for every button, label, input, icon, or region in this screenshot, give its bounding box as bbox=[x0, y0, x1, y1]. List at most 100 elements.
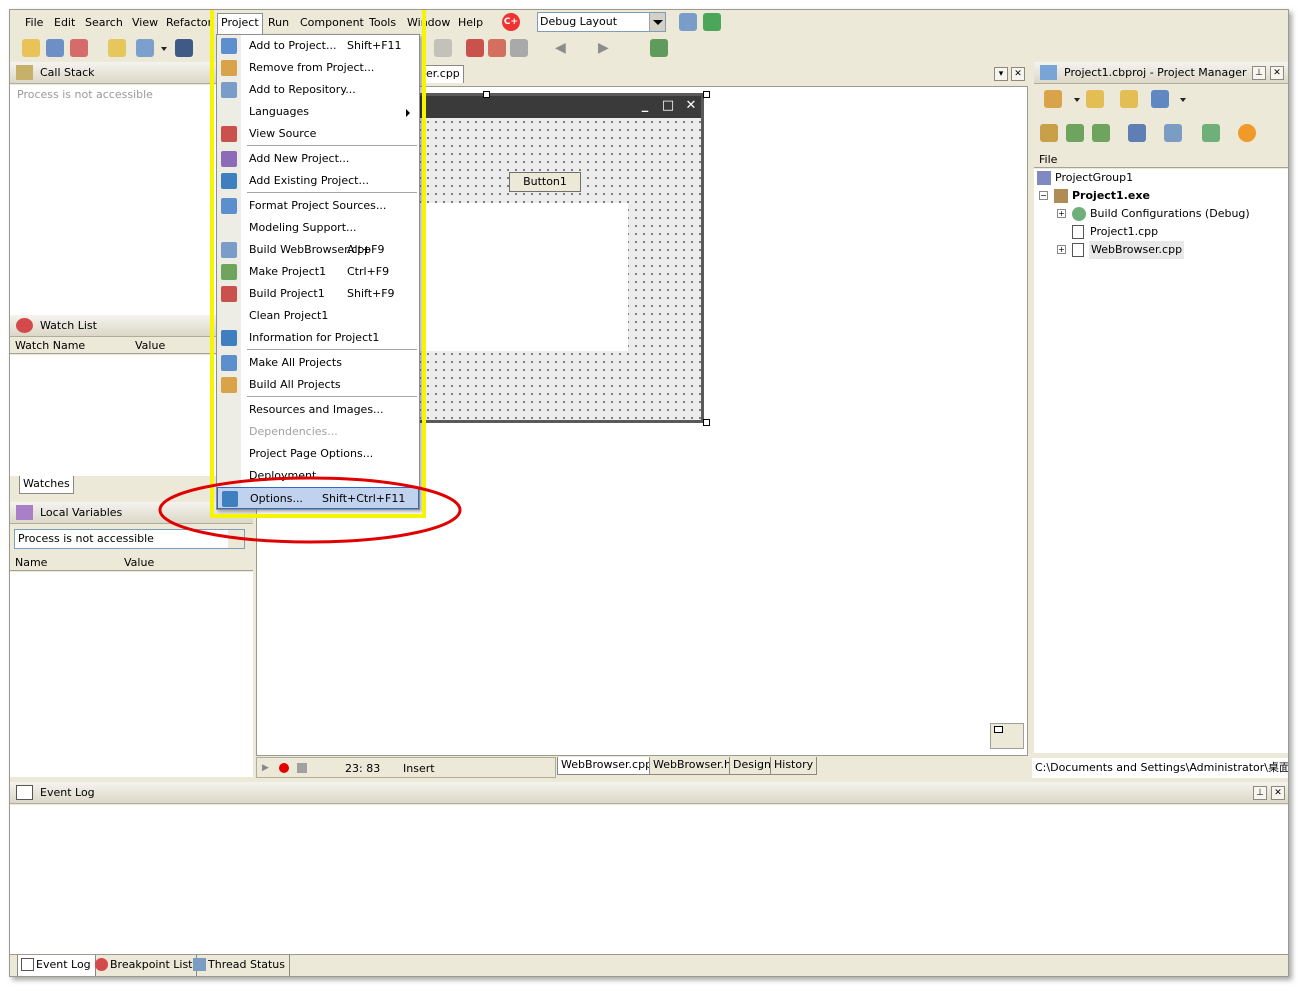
stop-macro-icon[interactable] bbox=[297, 763, 307, 773]
toggle-form-icon[interactable] bbox=[434, 39, 452, 57]
layout-combo[interactable]: Debug Layout bbox=[537, 12, 666, 32]
new-file-icon[interactable] bbox=[108, 39, 126, 57]
close-icon[interactable]: ✕ bbox=[682, 99, 700, 114]
save-icon[interactable] bbox=[175, 39, 193, 57]
expand-icon[interactable]: + bbox=[1057, 245, 1066, 254]
watch-list-title: Watch List bbox=[40, 319, 97, 332]
web-browser-control[interactable] bbox=[416, 203, 628, 351]
chevron-down-icon[interactable] bbox=[649, 13, 665, 31]
editor-close-icon[interactable]: ✕ bbox=[1011, 67, 1025, 81]
chevron-down-icon[interactable] bbox=[1180, 98, 1186, 102]
record-macro-icon[interactable] bbox=[279, 763, 289, 773]
editor-tabs-menu-icon[interactable]: ▾ bbox=[994, 67, 1008, 81]
list-view-icon[interactable] bbox=[1128, 124, 1146, 142]
project-manager-header: Project1.cbproj - Project Manager ⊥ ✕ bbox=[1034, 62, 1288, 84]
exe-project-icon bbox=[1054, 189, 1068, 203]
build-icon[interactable] bbox=[1164, 124, 1182, 142]
watch-name-column[interactable]: Watch Name bbox=[15, 338, 85, 353]
debug-layout-icon[interactable] bbox=[703, 13, 721, 31]
watch-value-column[interactable]: Value bbox=[135, 338, 165, 353]
local-variables-combo-value: Process is not accessible bbox=[18, 532, 154, 545]
sync-icon[interactable] bbox=[1040, 124, 1058, 142]
designed-form[interactable]: _ □ ✕ Button1 bbox=[413, 93, 704, 423]
resize-handle-top-right[interactable] bbox=[703, 91, 710, 98]
form-title-bar: _ □ ✕ bbox=[416, 96, 701, 118]
project-group-icon bbox=[1037, 171, 1051, 185]
pin-icon[interactable]: ⊥ bbox=[1252, 66, 1266, 80]
form-preview-thumbnail[interactable] bbox=[990, 723, 1024, 749]
maximize-icon[interactable]: □ bbox=[659, 99, 677, 114]
build-configurations-icon bbox=[1072, 207, 1086, 221]
project-manager-icon bbox=[1040, 65, 1057, 80]
back-arrow-icon[interactable]: ◀ bbox=[555, 40, 566, 56]
local-variables-pane[interactable] bbox=[10, 572, 253, 777]
resize-handle-bottom-right[interactable] bbox=[703, 419, 710, 426]
event-log-pane[interactable] bbox=[10, 805, 1288, 955]
project-manager-toolbar bbox=[1034, 86, 1288, 152]
close-icon[interactable]: ✕ bbox=[1270, 66, 1284, 80]
call-stack-title: Call Stack bbox=[40, 66, 95, 79]
watch-list-icon bbox=[16, 318, 33, 333]
collapse-icon[interactable]: − bbox=[1039, 191, 1048, 200]
tab-breakpoint-list[interactable]: Breakpoint List bbox=[92, 955, 198, 976]
project-tree[interactable]: ProjectGroup1 − Project1.exe + Build Con… bbox=[1034, 169, 1288, 753]
tab-thread-status[interactable]: Thread Status bbox=[190, 955, 291, 976]
step-over-icon[interactable] bbox=[488, 39, 506, 57]
tab-webbrowser-h[interactable]: WebBrowser.h bbox=[649, 757, 736, 775]
menu-edit[interactable]: Edit bbox=[51, 15, 78, 31]
expand-icon[interactable] bbox=[1066, 124, 1084, 142]
tree-item-label: Build Configurations (Debug) bbox=[1090, 207, 1250, 220]
tab-event-log[interactable]: Event Log bbox=[17, 955, 96, 976]
menu-file[interactable]: File bbox=[22, 15, 46, 31]
tab-watches[interactable]: Watches bbox=[19, 476, 74, 494]
thread-status-icon bbox=[193, 958, 206, 971]
run-to-cursor-icon[interactable] bbox=[510, 39, 528, 57]
file-column[interactable]: File bbox=[1039, 152, 1057, 167]
event-log-icon bbox=[16, 785, 33, 800]
forward-arrow-icon[interactable]: ▶ bbox=[598, 40, 609, 56]
event-log-title: Event Log bbox=[40, 786, 95, 799]
tree-item-label: WebBrowser.cpp bbox=[1089, 241, 1185, 259]
cpp-builder-logo-icon[interactable]: C+ bbox=[502, 13, 520, 31]
editor-status-bar: ▶ 23: 83 Insert bbox=[256, 757, 556, 778]
help-book-icon[interactable] bbox=[650, 39, 668, 57]
ide-window: File Edit Search View Refactor Project R… bbox=[9, 9, 1289, 977]
menu-view[interactable]: View bbox=[129, 15, 161, 31]
tab-design[interactable]: Design bbox=[729, 757, 775, 775]
tab-webbrowser-cpp[interactable]: er.cpp bbox=[422, 65, 464, 83]
project-manager-title: Project1.cbproj - Project Manager bbox=[1064, 66, 1247, 79]
step-into-icon[interactable] bbox=[466, 39, 484, 57]
tab-label: Event Log bbox=[36, 958, 91, 971]
resize-handle-top[interactable] bbox=[483, 91, 490, 98]
view-icon[interactable] bbox=[1151, 90, 1169, 108]
open-folder-icon[interactable] bbox=[1120, 90, 1138, 108]
new-project-icon[interactable] bbox=[1086, 90, 1104, 108]
close-icon[interactable] bbox=[70, 39, 88, 57]
new-items-icon[interactable] bbox=[22, 39, 40, 57]
save-layout-icon[interactable] bbox=[679, 13, 697, 31]
refresh-icon[interactable] bbox=[1238, 124, 1256, 142]
local-name-column[interactable]: Name bbox=[15, 555, 47, 570]
button1[interactable]: Button1 bbox=[509, 172, 581, 192]
chevron-down-icon[interactable] bbox=[161, 47, 167, 51]
main-toolbar: ◀ ▶ bbox=[10, 36, 1288, 60]
layout-combo-value: Debug Layout bbox=[540, 15, 618, 28]
activate-icon[interactable] bbox=[1044, 90, 1062, 108]
pin-icon[interactable]: ⊥ bbox=[1253, 786, 1267, 800]
tab-label: Thread Status bbox=[208, 958, 286, 971]
chevron-down-icon[interactable] bbox=[1074, 98, 1080, 102]
open-file-icon[interactable] bbox=[136, 39, 154, 57]
play-macro-icon[interactable]: ▶ bbox=[262, 763, 269, 773]
collapse-icon[interactable] bbox=[1092, 124, 1110, 142]
expand-icon[interactable]: + bbox=[1057, 209, 1066, 218]
tab-history[interactable]: History bbox=[770, 757, 818, 775]
configurations-icon[interactable] bbox=[1202, 124, 1220, 142]
close-icon[interactable]: ✕ bbox=[1271, 786, 1285, 800]
minimize-icon[interactable]: _ bbox=[636, 99, 654, 114]
open-project-icon[interactable] bbox=[46, 39, 64, 57]
menu-search[interactable]: Search bbox=[82, 15, 126, 31]
tree-item-label: ProjectGroup1 bbox=[1055, 171, 1134, 184]
menu-refactor[interactable]: Refactor bbox=[163, 15, 215, 31]
menu-help[interactable]: Help bbox=[455, 15, 486, 31]
tab-webbrowser-cpp-view[interactable]: WebBrowser.cpp bbox=[557, 757, 657, 775]
